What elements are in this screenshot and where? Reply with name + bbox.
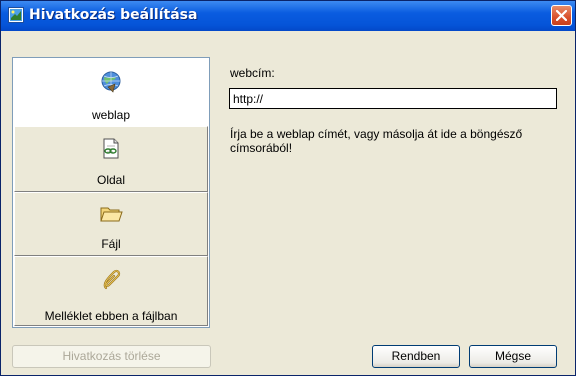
nav-item-label: Fájl: [101, 237, 121, 251]
nav-item-fajl[interactable]: Fájl: [14, 192, 208, 256]
folder-icon: [99, 202, 123, 226]
nav-item-weblap[interactable]: weblap: [14, 59, 208, 126]
title-bar[interactable]: Hivatkozás beállítása: [1, 1, 575, 31]
nav-item-melleklet[interactable]: Melléklet ebben a fájlban: [14, 256, 208, 326]
close-button[interactable]: [551, 5, 572, 26]
close-icon: [556, 10, 567, 21]
page-link-icon: [99, 137, 123, 161]
link-dialog-icon: [8, 7, 24, 23]
dialog-title: Hivatkozás beállítása: [29, 7, 198, 23]
cancel-button[interactable]: Mégse: [469, 345, 557, 368]
url-hint-text: Írja be a weblap címét, vagy másolja át …: [230, 127, 523, 155]
url-label: webcím:: [230, 66, 275, 80]
link-type-list: weblap Oldal Fájl Melléklet ebben a fájl…: [12, 57, 210, 328]
remove-link-button[interactable]: Hivatkozás törlése: [12, 345, 211, 368]
ok-button[interactable]: Rendben: [372, 345, 460, 368]
globe-icon: [99, 70, 123, 94]
nav-item-oldal[interactable]: Oldal: [14, 126, 208, 192]
nav-item-label: Oldal: [96, 173, 125, 187]
nav-item-label: Melléklet ebben a fájlban: [44, 309, 178, 323]
paperclip-icon: [99, 268, 123, 292]
url-input[interactable]: [229, 88, 557, 109]
nav-item-label: weblap: [91, 108, 131, 122]
link-settings-dialog: Hivatkozás beállítása weblap Oldal Fájl …: [0, 0, 576, 376]
